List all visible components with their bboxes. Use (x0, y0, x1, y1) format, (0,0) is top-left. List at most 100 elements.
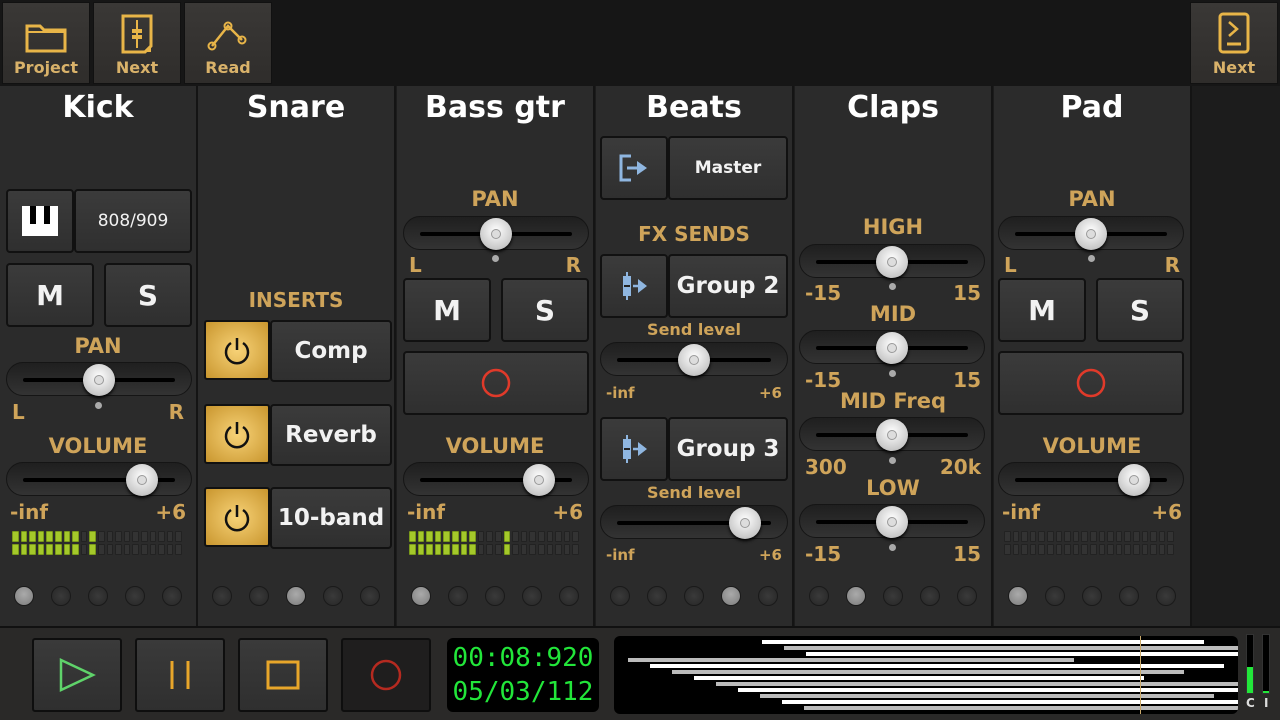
pan-label: PAN (74, 334, 122, 358)
slider-knob[interactable] (728, 507, 761, 539)
page-dot[interactable] (1118, 586, 1139, 606)
volume-slider[interactable] (403, 462, 589, 496)
eq-low-slider[interactable] (799, 504, 985, 538)
meter-segment (140, 544, 148, 555)
pan-slider[interactable] (6, 362, 192, 396)
insert-1-button[interactable]: Comp (270, 320, 392, 382)
insert-1-power-toggle[interactable] (204, 320, 270, 380)
page-dot[interactable] (558, 586, 579, 606)
solo-button[interactable]: S (1096, 278, 1184, 342)
page-dot[interactable] (1008, 586, 1029, 606)
read-automation-button[interactable]: Read (184, 2, 272, 84)
song-overview[interactable] (614, 636, 1238, 714)
page-dot[interactable] (359, 586, 380, 606)
page-dot[interactable] (161, 586, 182, 606)
eq-high-slider[interactable] (799, 244, 985, 278)
output-button[interactable]: Master (668, 136, 788, 200)
page-dot[interactable] (1155, 586, 1176, 606)
slider-knob[interactable] (480, 218, 512, 250)
mute-button[interactable]: M (6, 263, 94, 327)
page-dot[interactable] (919, 586, 940, 606)
volume-slider[interactable] (6, 462, 192, 496)
stop-icon (266, 660, 300, 690)
record-arm-button[interactable] (998, 351, 1184, 415)
slider-knob[interactable] (125, 464, 158, 496)
instrument-button[interactable]: 808/909 (74, 189, 192, 253)
stop-button[interactable] (238, 638, 328, 712)
slider-knob[interactable] (876, 332, 908, 364)
insert-2-button[interactable]: Reverb (270, 404, 392, 466)
project-button[interactable]: Project (2, 2, 90, 84)
record-button[interactable] (341, 638, 431, 712)
page-dot[interactable] (610, 586, 631, 606)
send-2-level-slider[interactable] (600, 505, 788, 539)
mute-button[interactable]: M (998, 278, 1086, 342)
channel-page-dots[interactable] (397, 586, 593, 606)
page-dot[interactable] (249, 586, 270, 606)
meter-segment (1150, 544, 1157, 555)
instrument-icon-button[interactable] (6, 189, 74, 253)
next-page-button[interactable]: Next (1190, 2, 1278, 84)
send-1-button[interactable]: Group 2 (668, 254, 788, 318)
playhead[interactable] (1140, 636, 1141, 714)
page-dot[interactable] (448, 586, 469, 606)
slider-knob[interactable] (522, 464, 555, 496)
page-dot[interactable] (647, 586, 668, 606)
page-dot[interactable] (720, 586, 741, 606)
play-button[interactable] (32, 638, 122, 712)
record-arm-button[interactable] (403, 351, 589, 415)
page-dot[interactable] (51, 586, 72, 606)
insert-2-power-toggle[interactable] (204, 404, 270, 464)
slider-knob[interactable] (1075, 218, 1107, 250)
insert-3-button[interactable]: 10-band (270, 487, 392, 549)
channel-page-dots[interactable] (0, 586, 196, 606)
mute-button[interactable]: M (403, 278, 491, 342)
page-dot[interactable] (1081, 586, 1102, 606)
page-dot[interactable] (809, 586, 830, 606)
page-dot[interactable] (484, 586, 505, 606)
slider-knob[interactable] (678, 344, 710, 376)
send-2-icon-button[interactable] (600, 417, 668, 481)
read-label: Read (205, 58, 251, 77)
next-mixer-button[interactable]: Next (93, 2, 181, 84)
slider-knob[interactable] (1117, 464, 1150, 496)
channel-page-dots[interactable] (596, 586, 792, 606)
page-dot[interactable] (683, 586, 704, 606)
solo-button[interactable]: S (501, 278, 589, 342)
page-dot[interactable] (882, 586, 903, 606)
page-dot[interactable] (757, 586, 778, 606)
page-dot[interactable] (87, 586, 108, 606)
page-dot[interactable] (1045, 586, 1066, 606)
insert-3-power-toggle[interactable] (204, 487, 270, 547)
page-dot[interactable] (411, 586, 432, 606)
page-dot[interactable] (322, 586, 343, 606)
send-1-level-slider[interactable] (600, 342, 788, 376)
send-1-icon-button[interactable] (600, 254, 668, 318)
slider-knob[interactable] (83, 364, 115, 396)
slider-knob[interactable] (876, 506, 908, 538)
page-dot[interactable] (846, 586, 867, 606)
page-dot[interactable] (521, 586, 542, 606)
solo-button[interactable]: S (104, 263, 192, 327)
meter-c-label: C (1246, 696, 1255, 710)
volume-slider[interactable] (998, 462, 1184, 496)
eq-mid-slider[interactable] (799, 330, 985, 364)
page-dot[interactable] (124, 586, 145, 606)
channel-page-dots[interactable] (795, 586, 991, 606)
channel-page-dots[interactable] (198, 586, 394, 606)
page-dot[interactable] (212, 586, 233, 606)
output-icon-button[interactable] (600, 136, 668, 200)
pan-slider[interactable] (403, 216, 589, 250)
page-dot[interactable] (285, 586, 306, 606)
page-dot[interactable] (14, 586, 35, 606)
channel-name: Snare (246, 90, 346, 125)
page-dot[interactable] (956, 586, 977, 606)
slider-knob[interactable] (876, 419, 908, 451)
pan-slider[interactable] (998, 216, 1184, 250)
channel-page-dots[interactable] (994, 586, 1190, 606)
eq-midfreq-slider[interactable] (799, 417, 985, 451)
meter-segment (477, 544, 485, 555)
slider-knob[interactable] (876, 246, 908, 278)
pause-button[interactable] (135, 638, 225, 712)
send-2-button[interactable]: Group 3 (668, 417, 788, 481)
